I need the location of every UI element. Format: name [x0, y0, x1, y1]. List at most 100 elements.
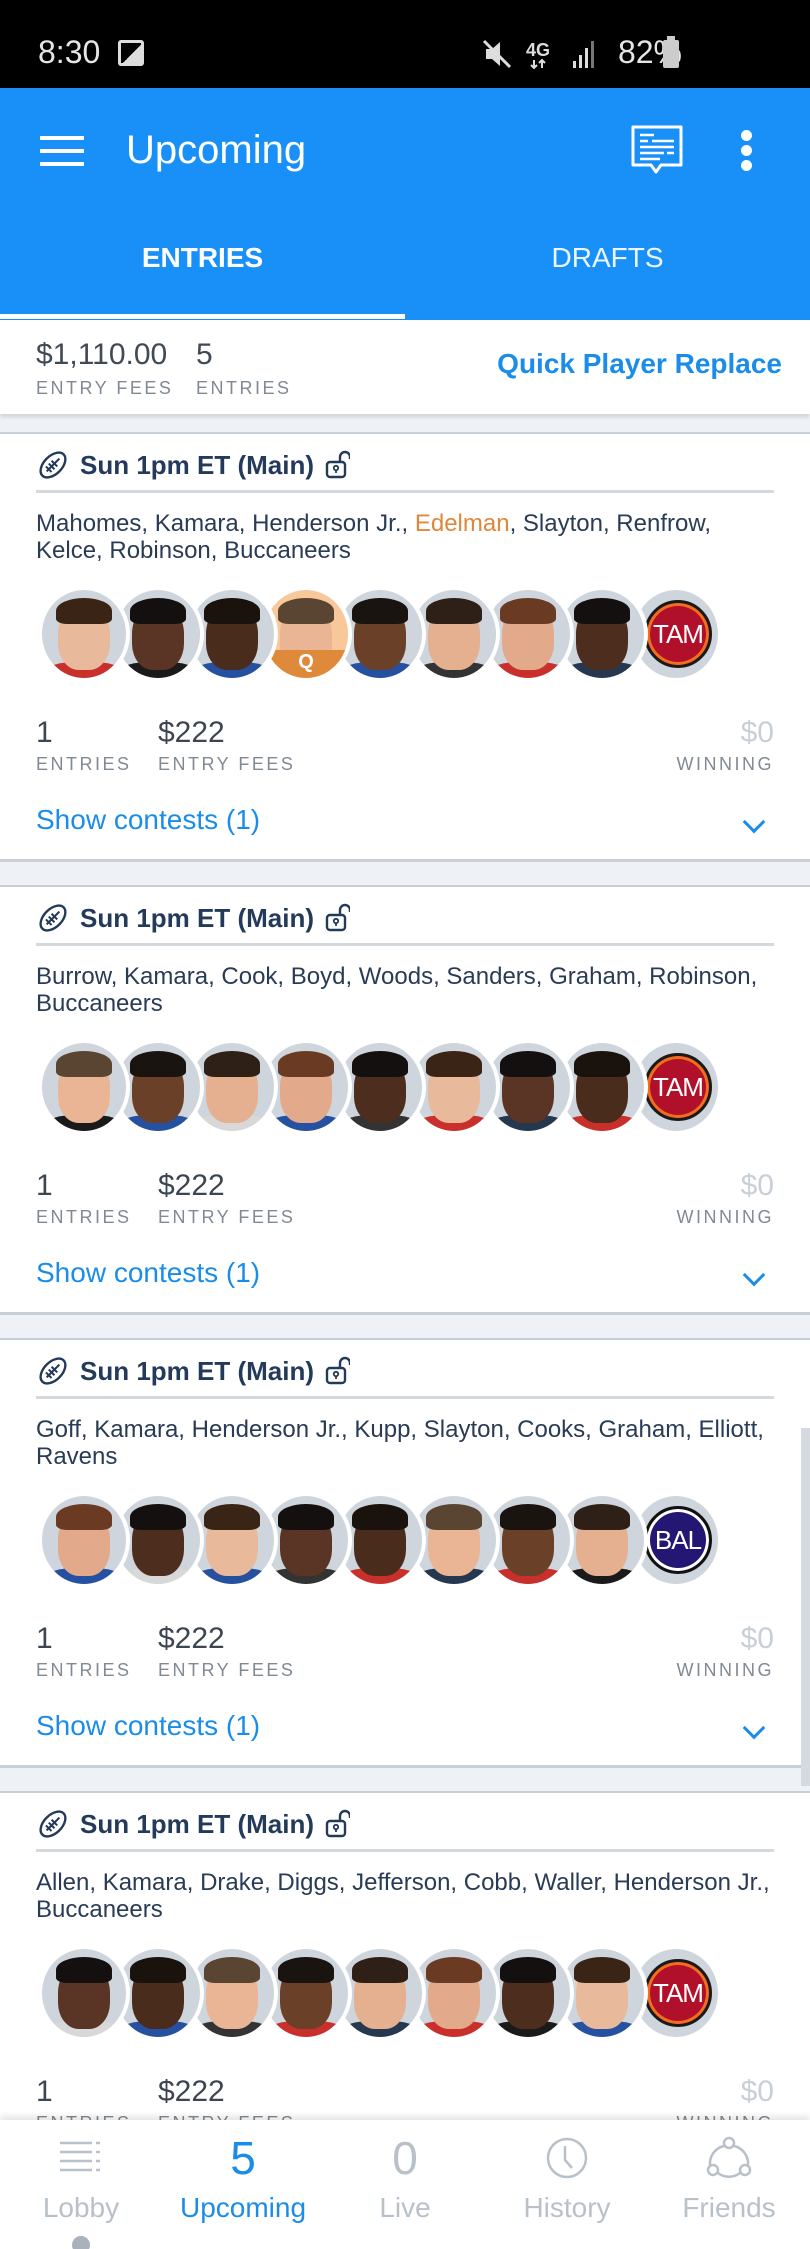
summary-entry-fees-label: ENTRY FEES [36, 378, 174, 398]
stat-winning-value: $0 [740, 1622, 774, 1655]
card-header: Sun 1pm ET (Main) [36, 448, 350, 482]
team-logo: TAM [644, 1053, 712, 1121]
status-time: 8:30 [38, 34, 101, 70]
stat-winning-value: $0 [740, 716, 774, 749]
signal-icon [573, 41, 594, 68]
nav-upcoming[interactable]: 5 Upcoming [162, 2130, 324, 2224]
chevron-down-icon[interactable] [742, 810, 766, 834]
player-photo-hair [278, 1051, 334, 1077]
player-photo-hair [574, 1051, 630, 1077]
nav-friends[interactable]: Friends [648, 2130, 810, 2224]
stat-entry-fees: $222 ENTRY FEES [158, 1169, 295, 1228]
player-photo-hair [204, 1957, 260, 1983]
stat-entries-label: ENTRIES [36, 1207, 132, 1227]
stat-winning-label: WINNING [676, 1207, 774, 1227]
stat-entries-value: 1 [36, 2075, 53, 2108]
stat-winning-value: $0 [740, 2075, 774, 2108]
player-photo-hair [130, 1504, 186, 1530]
quick-player-replace-button[interactable]: Quick Player Replace [497, 348, 782, 380]
player-photo-hair [56, 1504, 112, 1530]
player-avatar[interactable] [38, 586, 130, 682]
chat-icon[interactable] [630, 124, 684, 178]
stat-entries-label: ENTRIES [36, 1660, 132, 1680]
stat-entry-fees: $222 ENTRY FEES [158, 716, 295, 775]
football-icon [39, 451, 67, 479]
entry-card: Sun 1pm ET (Main) Burrow, Kamara, Cook, … [0, 885, 810, 1315]
player-photo-hair [56, 1051, 112, 1077]
football-icon [39, 1357, 67, 1385]
entry-card: Sun 1pm ET (Main) Mahomes, Kamara, Hende… [0, 432, 810, 862]
nav-live[interactable]: 0 Live [324, 2130, 486, 2224]
player-photo-hair [352, 1957, 408, 1983]
stat-entry-fees-value: $222 [158, 716, 225, 749]
stat-winning-label: WINNING [676, 1660, 774, 1680]
card-divider [36, 943, 774, 946]
slate-title: Sun 1pm ET (Main) [80, 902, 314, 933]
unlocked-icon [325, 1809, 350, 1838]
stat-entry-fees-value: $222 [158, 1169, 225, 1202]
more-vertical-icon[interactable] [736, 130, 756, 174]
player-photo-hair [500, 1051, 556, 1077]
stat-winning: $0 WINNING [677, 716, 775, 775]
player-avatar[interactable] [38, 1945, 130, 2041]
football-icon [39, 904, 67, 932]
stat-winning-value: $0 [740, 1169, 774, 1202]
slate-title: Sun 1pm ET (Main) [80, 1808, 314, 1839]
chevron-down-icon[interactable] [742, 1263, 766, 1287]
team-logo: BAL [644, 1506, 712, 1574]
card-stats: 1 ENTRIES $222 ENTRY FEES $0 WINNING [36, 1169, 774, 1229]
lineup-names: Burrow, Kamara, Cook, Boyd, Woods, Sande… [36, 963, 776, 1017]
team-logo: TAM [644, 1959, 712, 2027]
entries-summary: $1,110.00 ENTRY FEES 5 ENTRIES Quick Pla… [0, 320, 810, 414]
player-photo-hair [204, 1051, 260, 1077]
football-icon [39, 1810, 67, 1838]
slate-title: Sun 1pm ET (Main) [80, 449, 314, 480]
unlocked-icon [325, 903, 350, 932]
player-photo-hair [426, 598, 482, 624]
summary-entries-label: ENTRIES [196, 378, 292, 398]
stat-entry-fees-value: $222 [158, 2075, 225, 2108]
card-header: Sun 1pm ET (Main) [36, 1354, 350, 1388]
nav-lobby-label: Lobby [42, 2192, 120, 2223]
player-photo-hair [204, 1504, 260, 1530]
gallery-icon [118, 40, 144, 66]
entry-card: Sun 1pm ET (Main) Goff, Kamara, Henderso… [0, 1338, 810, 1768]
summary-entries-value: 5 [196, 338, 213, 371]
status-icons: 4G [480, 38, 598, 70]
slate-title: Sun 1pm ET (Main) [80, 1355, 314, 1386]
clock-icon [546, 2137, 588, 2179]
stat-entries-value: 1 [36, 1169, 53, 1202]
show-contests-link[interactable]: Show contests (1) [36, 804, 260, 836]
card-divider [36, 490, 774, 493]
nav-history[interactable]: History [486, 2130, 648, 2224]
friends-icon [706, 2136, 752, 2178]
player-avatar[interactable] [38, 1039, 130, 1135]
page-title: Upcoming [126, 128, 307, 172]
show-contests-link[interactable]: Show contests (1) [36, 1257, 260, 1289]
stat-entries: 1 ENTRIES [36, 1169, 132, 1228]
show-contests-link[interactable]: Show contests (1) [36, 1710, 260, 1742]
unlocked-icon [325, 450, 350, 479]
card-header: Sun 1pm ET (Main) [36, 901, 350, 935]
scrollbar[interactable] [801, 1428, 810, 1786]
tab-entries[interactable]: ENTRIES [0, 242, 405, 274]
player-avatar[interactable] [38, 1492, 130, 1588]
nav-live-label: Live [379, 2192, 431, 2223]
mute-icon [482, 39, 512, 69]
player-photo-hair [278, 1504, 334, 1530]
hamburger-menu-icon[interactable] [40, 136, 84, 166]
stat-entry-fees-label: ENTRY FEES [158, 1660, 296, 1680]
player-photo-hair [500, 1957, 556, 1983]
lineup-names: Mahomes, Kamara, Henderson Jr., Edelman,… [36, 510, 776, 564]
home-indicator [72, 2236, 90, 2249]
player-photo-hair [56, 1957, 112, 1983]
stat-entries-label: ENTRIES [36, 754, 132, 774]
stat-winning: $0 WINNING [677, 1622, 775, 1681]
nav-lobby[interactable]: Lobby [0, 2130, 162, 2224]
tab-drafts[interactable]: DRAFTS [405, 242, 810, 274]
chevron-down-icon[interactable] [742, 1716, 766, 1740]
stat-entries-value: 1 [36, 1622, 53, 1655]
questionable-badge: Q [264, 650, 348, 678]
status-bar: 8:30 4G 82% [0, 0, 810, 88]
player-photo-hair [574, 1504, 630, 1530]
